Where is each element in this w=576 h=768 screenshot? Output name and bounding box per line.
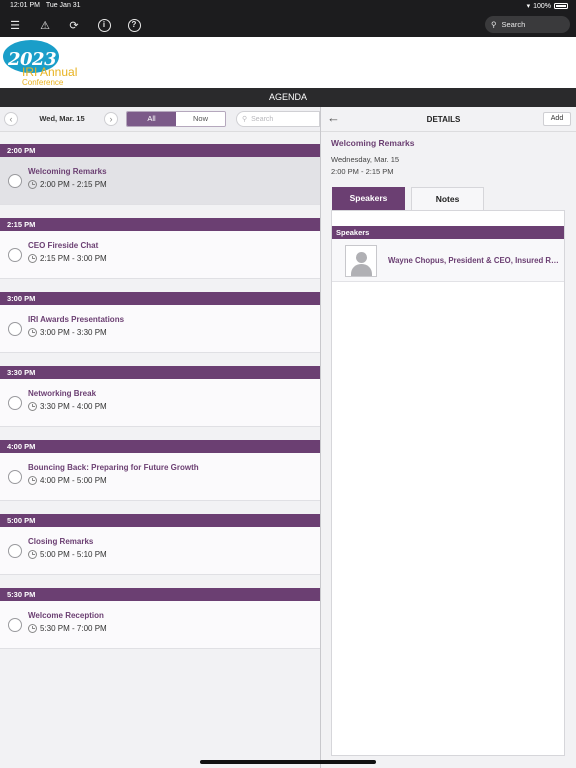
agenda-search-placeholder: Search <box>251 115 274 123</box>
previous-day-button[interactable]: ‹ <box>4 112 18 126</box>
agenda-list-pane: ‹ Wed, Mar. 15 › All Now ⚲ Search 2:00 P… <box>0 107 320 768</box>
clock-icon <box>28 476 37 485</box>
status-bar: 12:01 PM Tue Jan 31 ▾ 100% <box>0 0 576 13</box>
home-indicator <box>200 760 376 764</box>
search-icon: ⚲ <box>491 20 497 29</box>
session-list: 2:00 PM Welcoming Remarks 2:00 PM - 2:15… <box>0 144 320 649</box>
page-title: AGENDA <box>0 88 576 107</box>
time-group-header: 3:00 PM <box>0 292 320 305</box>
conference-banner: 2023 IRI Annual Conference <box>0 37 576 88</box>
app-screen: 12:01 PM Tue Jan 31 ▾ 100% ☰ ⚠ ⟳ i ? ⚲ S… <box>0 0 576 768</box>
info-icon[interactable]: i <box>95 16 113 34</box>
status-right: ▾ 100% <box>527 2 568 10</box>
details-title: DETAILS <box>426 115 461 124</box>
session-time-label: 3:00 PM - 3:30 PM <box>40 328 107 337</box>
agenda-search-input[interactable]: ⚲ Search <box>236 111 320 127</box>
clock-icon <box>28 402 37 411</box>
session-title: Welcoming Remarks <box>28 167 107 176</box>
clock-icon <box>28 624 37 633</box>
speaker-name: Wayne Chopus, President & CEO, Insured R… <box>388 256 560 265</box>
session-title: IRI Awards Presentations <box>28 315 125 324</box>
session-time: 5:30 PM - 7:00 PM <box>28 624 107 633</box>
time-group-header: 3:30 PM <box>0 366 320 379</box>
tab-speakers[interactable]: Speakers <box>332 187 405 210</box>
avatar-placeholder-icon <box>345 245 377 277</box>
session-detail-title: Welcoming Remarks <box>331 138 415 148</box>
tab-notes[interactable]: Notes <box>411 187 484 210</box>
session-row[interactable]: Bouncing Back: Preparing for Future Grow… <box>0 453 320 501</box>
battery-icon <box>554 3 568 9</box>
warning-icon[interactable]: ⚠ <box>36 16 54 34</box>
agenda-filter-bar: ‹ Wed, Mar. 15 › All Now ⚲ Search <box>0 107 320 132</box>
session-detail-date: Wednesday, Mar. 15 <box>331 155 400 164</box>
session-row[interactable]: Welcome Reception 5:30 PM - 7:00 PM <box>0 601 320 649</box>
session-time-label: 3:30 PM - 4:00 PM <box>40 402 107 411</box>
current-date: Wed, Mar. 15 <box>39 114 85 123</box>
time-group-header: 5:30 PM <box>0 588 320 601</box>
session-checkbox[interactable] <box>8 470 22 484</box>
time-group-header: 4:00 PM <box>0 440 320 453</box>
time-group-header: 2:00 PM <box>0 144 320 157</box>
clock-icon <box>28 180 37 189</box>
menu-icon[interactable]: ☰ <box>6 16 24 34</box>
wifi-icon: ▾ <box>526 3 531 10</box>
session-time: 3:30 PM - 4:00 PM <box>28 402 107 411</box>
details-header-bar: ← DETAILS Add <box>321 107 576 132</box>
status-time: 12:01 PM Tue Jan 31 <box>10 2 81 9</box>
session-title: Bouncing Back: Preparing for Future Grow… <box>28 463 199 472</box>
time-group-header: 2:15 PM <box>0 218 320 231</box>
session-time-label: 2:15 PM - 3:00 PM <box>40 254 107 263</box>
session-time-label: 4:00 PM - 5:00 PM <box>40 476 107 485</box>
session-time-label: 2:00 PM - 2:15 PM <box>40 180 107 189</box>
session-checkbox[interactable] <box>8 174 22 188</box>
session-row[interactable]: IRI Awards Presentations 3:00 PM - 3:30 … <box>0 305 320 353</box>
speakers-section-header: Speakers <box>332 226 564 239</box>
session-time: 2:15 PM - 3:00 PM <box>28 254 107 263</box>
session-checkbox[interactable] <box>8 322 22 336</box>
battery-label: 100% <box>533 2 551 10</box>
session-row[interactable]: Networking Break 3:30 PM - 4:00 PM <box>0 379 320 427</box>
session-time-label: 5:00 PM - 5:10 PM <box>40 550 107 559</box>
session-checkbox[interactable] <box>8 248 22 262</box>
filter-segmented-control: All Now <box>126 111 226 127</box>
session-title: Welcome Reception <box>28 611 104 620</box>
filter-now-segment[interactable]: Now <box>176 112 225 126</box>
session-checkbox[interactable] <box>8 544 22 558</box>
session-checkbox[interactable] <box>8 618 22 632</box>
session-time: 5:00 PM - 5:10 PM <box>28 550 107 559</box>
session-checkbox[interactable] <box>8 396 22 410</box>
logo-subtitle: Conference <box>22 78 64 87</box>
top-toolbar: ☰ ⚠ ⟳ i ? ⚲ Search <box>0 13 576 37</box>
global-search-field[interactable]: ⚲ Search <box>485 16 570 33</box>
session-row[interactable]: CEO Fireside Chat 2:15 PM - 3:00 PM <box>0 231 320 279</box>
help-icon[interactable]: ? <box>125 16 143 34</box>
clock-icon <box>28 328 37 337</box>
sync-icon[interactable]: ⟳ <box>65 16 83 34</box>
clock-icon <box>28 254 37 263</box>
filter-all-segment[interactable]: All <box>127 112 176 126</box>
time-group-header: 5:00 PM <box>0 514 320 527</box>
session-row[interactable]: Closing Remarks 5:00 PM - 5:10 PM <box>0 527 320 575</box>
session-time: 2:00 PM - 2:15 PM <box>28 180 107 189</box>
session-row[interactable]: Welcoming Remarks 2:00 PM - 2:15 PM <box>0 157 320 205</box>
speakers-panel: Speakers Wayne Chopus, President & CEO, … <box>331 210 565 756</box>
session-title: Closing Remarks <box>28 537 94 546</box>
clock-icon <box>28 550 37 559</box>
logo-name: IRI Annual <box>22 65 78 79</box>
session-title: Networking Break <box>28 389 97 398</box>
session-detail-time: 2:00 PM - 2:15 PM <box>331 167 394 176</box>
session-time-label: 5:30 PM - 7:00 PM <box>40 624 107 633</box>
next-day-button[interactable]: › <box>104 112 118 126</box>
global-search-placeholder: Search <box>501 20 526 29</box>
session-time: 4:00 PM - 5:00 PM <box>28 476 107 485</box>
add-button[interactable]: Add <box>543 112 571 126</box>
speaker-row[interactable]: Wayne Chopus, President & CEO, Insured R… <box>332 239 564 282</box>
session-title: CEO Fireside Chat <box>28 241 99 250</box>
session-time: 3:00 PM - 3:30 PM <box>28 328 107 337</box>
search-icon: ⚲ <box>242 116 248 123</box>
details-pane: ← DETAILS Add Welcoming Remarks Wednesda… <box>321 107 576 768</box>
